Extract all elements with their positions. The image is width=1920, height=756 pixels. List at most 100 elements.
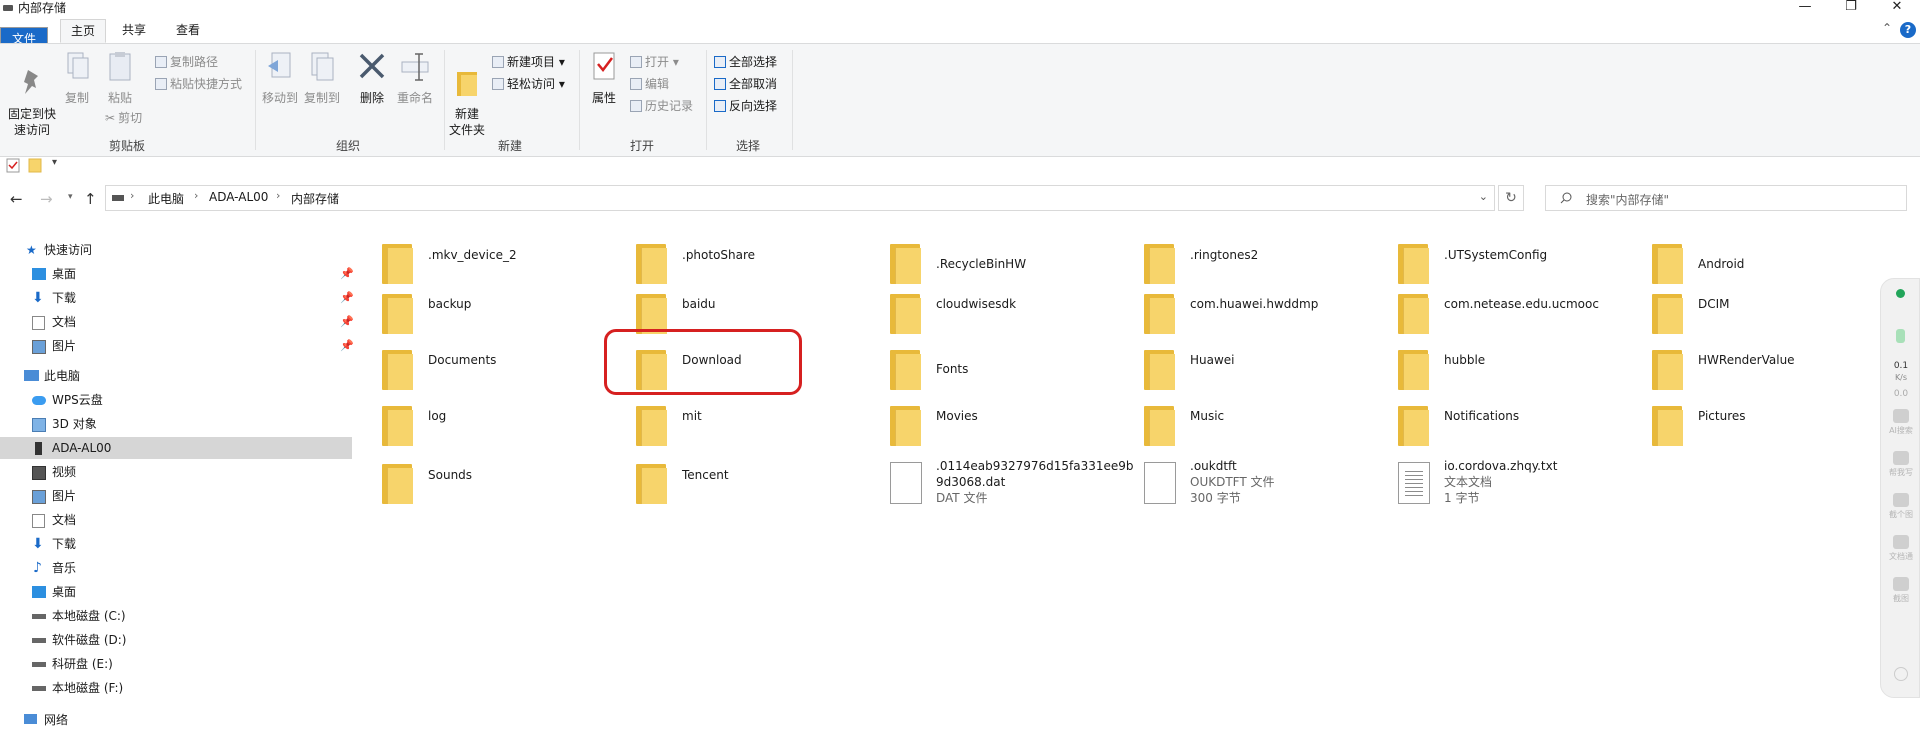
properties-qat-icon[interactable] bbox=[6, 158, 20, 173]
copy-to-button[interactable]: 复制到 bbox=[302, 50, 342, 106]
sidebar-item-3d-objects[interactable]: 3D 对象 bbox=[0, 413, 352, 435]
folder-item[interactable]: cloudwisesdk bbox=[864, 284, 1104, 338]
folder-item[interactable]: Pictures bbox=[1626, 396, 1866, 450]
sidebar-item-documents-pc[interactable]: 文档 bbox=[0, 509, 352, 531]
ai-search-tool[interactable]: AI搜索 bbox=[1881, 409, 1920, 436]
folder-item[interactable]: Documents bbox=[356, 340, 596, 394]
pin-icon[interactable]: 📌 bbox=[340, 311, 354, 333]
edit-button[interactable]: 编辑 bbox=[630, 76, 669, 92]
folder-item[interactable]: HWRenderValue bbox=[1626, 340, 1866, 394]
back-arrow-icon[interactable]: ← bbox=[10, 190, 23, 208]
breadcrumb-device[interactable]: ADA-AL00 bbox=[209, 190, 268, 204]
screenshot-tool[interactable]: 截个图 bbox=[1881, 493, 1920, 520]
folder-item[interactable]: .RecycleBinHW bbox=[864, 234, 1104, 288]
folder-item[interactable]: log bbox=[356, 396, 596, 450]
folder-item[interactable]: Android bbox=[1626, 234, 1866, 288]
address-bar[interactable]: › 此电脑 › ADA-AL00 › 内部存储 ⌄ bbox=[105, 185, 1495, 211]
collapse-ribbon-icon[interactable]: ⌃ bbox=[1882, 21, 1892, 35]
sidebar-item-music[interactable]: ♪ 音乐 bbox=[0, 557, 352, 579]
folder-item[interactable]: mit bbox=[610, 396, 850, 450]
address-dropdown-icon[interactable]: ⌄ bbox=[1479, 190, 1488, 203]
minimize-button[interactable]: — bbox=[1782, 0, 1828, 16]
close-button[interactable]: ✕ bbox=[1874, 0, 1920, 16]
folder-item[interactable]: .photoShare bbox=[610, 234, 850, 288]
folder-item[interactable]: .mkv_device_2 bbox=[356, 234, 596, 288]
invert-selection-button[interactable]: 反向选择 bbox=[714, 98, 777, 114]
select-none-button[interactable]: 全部取消 bbox=[714, 76, 777, 92]
delete-button[interactable]: 删除 bbox=[352, 50, 392, 106]
pin-quick-access-button[interactable]: 固定到快 速访问 bbox=[4, 50, 60, 138]
history-button[interactable]: 历史记录 bbox=[630, 98, 693, 114]
sidebar-item-wps-cloud[interactable]: WPS云盘 bbox=[0, 389, 352, 411]
sidebar-item-documents[interactable]: 文档 📌 bbox=[0, 311, 354, 333]
sidebar-item-pictures[interactable]: 图片 📌 bbox=[0, 335, 354, 357]
file-item[interactable]: io.cordova.zhqy.txt 文本文档 1 字节 bbox=[1372, 454, 1612, 514]
paste-shortcut-button[interactable]: 粘贴快捷方式 bbox=[155, 76, 242, 92]
cut-button[interactable]: ✂ 剪切 bbox=[105, 110, 142, 126]
power-icon[interactable] bbox=[1894, 667, 1908, 681]
folder-item[interactable]: Tencent bbox=[610, 454, 850, 508]
folder-item[interactable]: backup bbox=[356, 284, 596, 338]
folder-item[interactable]: com.huawei.hwddmp bbox=[1118, 284, 1358, 338]
folder-item[interactable]: hubble bbox=[1372, 340, 1612, 394]
file-item[interactable]: .0114eab9327976d15fa331ee9b 9d3068.dat D… bbox=[864, 454, 1134, 514]
folder-item[interactable]: com.netease.edu.ucmooc bbox=[1372, 284, 1612, 338]
folder-item[interactable]: Fonts bbox=[864, 340, 1104, 394]
folder-item[interactable]: Movies bbox=[864, 396, 1104, 450]
folder-item[interactable]: .UTSystemConfig bbox=[1372, 234, 1612, 288]
sidebar-item-drive-f[interactable]: 本地磁盘 (F:) bbox=[0, 677, 352, 699]
folder-item[interactable]: Sounds bbox=[356, 454, 596, 508]
move-to-button[interactable]: 移动到 bbox=[260, 50, 300, 106]
tab-view[interactable]: 查看 bbox=[168, 19, 208, 41]
tab-home[interactable]: 主页 bbox=[60, 19, 106, 43]
tab-share[interactable]: 共享 bbox=[114, 19, 154, 41]
sidebar-item-this-pc[interactable]: 此电脑 bbox=[0, 365, 352, 387]
sidebar-item-downloads-pc[interactable]: ⬇ 下载 bbox=[0, 533, 352, 555]
select-all-button[interactable]: 全部选择 bbox=[714, 54, 777, 70]
folder-item[interactable]: Huawei bbox=[1118, 340, 1358, 394]
write-tool[interactable]: 帮我写 bbox=[1881, 451, 1920, 478]
copy-button[interactable]: 复制 bbox=[62, 50, 92, 106]
paste-button[interactable]: 粘贴 bbox=[104, 50, 136, 106]
new-item-button[interactable]: 新建项目 ▾ bbox=[492, 54, 565, 70]
sidebar-item-desktop[interactable]: 桌面 📌 bbox=[0, 263, 354, 285]
sidebar-item-quick-access[interactable]: ★ 快速访问 bbox=[0, 239, 352, 261]
easy-access-button[interactable]: 轻松访问 ▾ bbox=[492, 76, 565, 92]
search-input[interactable]: 搜索"内部存储" bbox=[1545, 185, 1907, 211]
customize-qat-icon[interactable]: ▾ bbox=[52, 157, 57, 168]
recent-chevron-icon[interactable]: ▾ bbox=[68, 192, 73, 202]
new-folder-button[interactable]: 新建 文件夹 bbox=[448, 50, 486, 138]
sidebar-item-network[interactable]: 网络 bbox=[0, 709, 352, 731]
folder-item[interactable]: Music bbox=[1118, 396, 1358, 450]
open-button[interactable]: 打开 ▾ bbox=[630, 54, 679, 70]
up-arrow-icon[interactable]: ↑ bbox=[84, 190, 97, 208]
edit-label: 编辑 bbox=[645, 77, 670, 91]
copy-path-button[interactable]: 复制路径 bbox=[155, 54, 218, 70]
sidebar-item-drive-c[interactable]: 本地磁盘 (C:) bbox=[0, 605, 352, 627]
rename-button[interactable]: 重命名 bbox=[394, 50, 436, 106]
maximize-button[interactable]: ❐ bbox=[1828, 0, 1874, 16]
breadcrumb-internal-storage[interactable]: 内部存储 bbox=[291, 190, 339, 207]
properties-button[interactable]: 属性 bbox=[584, 50, 624, 106]
refresh-icon[interactable]: ↻ bbox=[1498, 185, 1524, 211]
help-icon[interactable]: ? bbox=[1900, 22, 1916, 38]
sidebar-item-pictures-pc[interactable]: 图片 bbox=[0, 485, 352, 507]
breadcrumb-this-pc[interactable]: 此电脑 bbox=[148, 190, 184, 207]
sidebar-item-drive-d[interactable]: 软件磁盘 (D:) bbox=[0, 629, 352, 651]
forward-arrow-icon[interactable]: → bbox=[40, 190, 53, 208]
folder-item[interactable]: .ringtones2 bbox=[1118, 234, 1358, 288]
sidebar-item-desktop-pc[interactable]: 桌面 bbox=[0, 581, 352, 603]
sidebar-item-device[interactable]: ADA-AL00 bbox=[0, 437, 352, 459]
file-item[interactable]: .oukdtft OUKDTFT 文件 300 字节 bbox=[1118, 454, 1358, 514]
sidebar-item-drive-e[interactable]: 科研盘 (E:) bbox=[0, 653, 352, 675]
sidebar-item-downloads[interactable]: ⬇ 下载 📌 bbox=[0, 287, 354, 309]
capture-tool[interactable]: 截图 bbox=[1881, 577, 1920, 604]
doc-tool[interactable]: 文档通 bbox=[1881, 535, 1920, 562]
folder-item[interactable]: DCIM bbox=[1626, 284, 1866, 338]
pin-icon[interactable]: 📌 bbox=[340, 287, 354, 309]
new-folder-qat-icon[interactable] bbox=[28, 158, 42, 173]
folder-item[interactable]: Notifications bbox=[1372, 396, 1612, 450]
pin-icon[interactable]: 📌 bbox=[340, 335, 354, 357]
sidebar-item-videos[interactable]: 视频 bbox=[0, 461, 352, 483]
pin-icon[interactable]: 📌 bbox=[340, 263, 354, 285]
